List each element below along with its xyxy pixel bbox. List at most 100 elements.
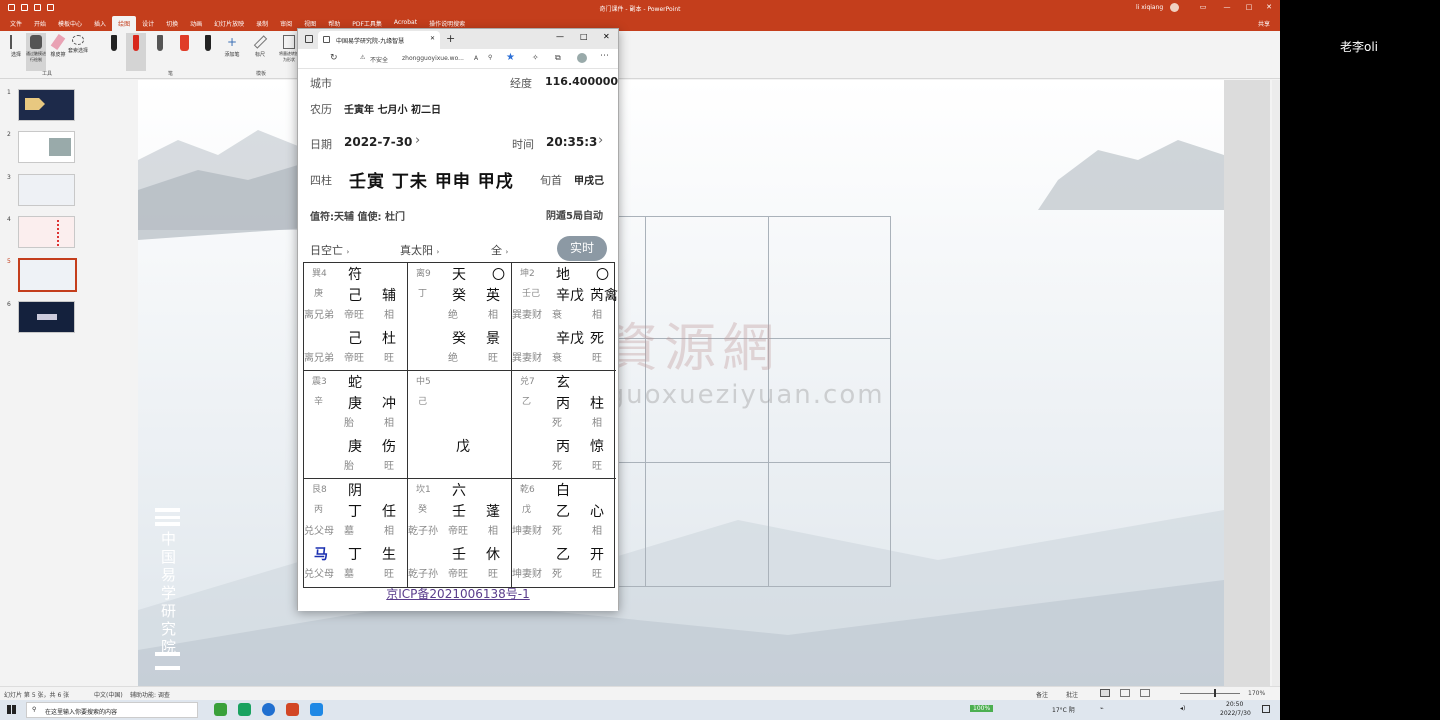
ribbon-tab-7[interactable]: 动画 <box>184 16 208 31</box>
tab-actions-icon[interactable] <box>305 35 313 43</box>
avatar[interactable] <box>1170 3 1179 12</box>
battery-status[interactable]: 100% <box>970 705 994 712</box>
earth-stem: 戊 <box>522 505 532 515</box>
close-icon[interactable]: ✕ <box>1264 3 1274 13</box>
zoom-slider[interactable] <box>1180 693 1240 694</box>
maximize-icon[interactable]: □ <box>1244 3 1254 13</box>
slide-thumbnail-6[interactable] <box>18 301 75 333</box>
date-value[interactable]: 2022-7-30 <box>344 135 412 149</box>
slide-thumbnail-1[interactable] <box>18 89 75 121</box>
zoom-thumb[interactable] <box>1214 689 1216 697</box>
favorite-star-icon[interactable]: ★ <box>506 52 515 63</box>
lasso-icon <box>72 35 84 45</box>
clock-date[interactable]: 2022/7/30 <box>1220 710 1251 717</box>
powerpoint-app-icon[interactable] <box>286 703 299 716</box>
accessibility-status[interactable]: 辅助功能: 调查 <box>130 690 170 699</box>
refresh-icon[interactable]: ↻ <box>330 53 338 63</box>
presenter-name: 老李oli <box>1340 40 1379 54</box>
browser-tab[interactable]: 中国易学研究院-九缘智慧 ✕ <box>318 31 440 49</box>
volume-icon[interactable]: ◂) <box>1180 705 1185 712</box>
time-value[interactable]: 20:35:3 <box>546 135 597 149</box>
ribbon-tab-10[interactable]: 审阅 <box>274 16 298 31</box>
ruler-button[interactable]: 标尺 <box>250 33 270 71</box>
slide-thumbnail-5[interactable] <box>18 258 77 292</box>
extensions-icon[interactable]: ✧ <box>532 53 539 62</box>
network-icon[interactable]: ⌁ <box>1100 705 1104 712</box>
edge-browser-icon[interactable] <box>262 703 275 716</box>
notes-button[interactable]: 备注 <box>1036 690 1048 699</box>
clock-time[interactable]: 20:50 <box>1226 701 1243 708</box>
notifications-icon[interactable] <box>1262 705 1270 713</box>
nine-star: 英 <box>486 288 500 304</box>
wechat-app-icon[interactable] <box>214 703 227 716</box>
sorter-view-icon[interactable] <box>1120 689 1130 697</box>
pillars-label: 四柱 <box>310 174 332 187</box>
read-aloud-icon[interactable]: A <box>474 55 478 62</box>
option-kongwang[interactable]: 日空亡 › <box>310 242 349 258</box>
slide-number: 2 <box>7 131 11 138</box>
draw-touch-tool[interactable]: 通过触摸进行绘制 <box>26 33 46 71</box>
add-pen-button[interactable]: + 添加笔 <box>222 33 242 71</box>
date-chevron-icon[interactable]: › <box>415 133 420 148</box>
close-tab-icon[interactable]: ✕ <box>430 35 435 42</box>
time-chevron-icon[interactable]: › <box>598 133 603 148</box>
pen-black-1[interactable] <box>104 33 124 71</box>
security-status[interactable]: 不安全 <box>370 55 388 64</box>
zoom-level[interactable]: 170% <box>1248 690 1265 697</box>
zoom-icon[interactable]: ⚲ <box>488 54 492 61</box>
earth-stem: 庚 <box>314 289 324 299</box>
share-button[interactable]: 共享 <box>1258 19 1270 28</box>
maximize-icon[interactable]: □ <box>580 32 588 41</box>
ribbon-tab-1[interactable]: 开始 <box>28 16 52 31</box>
ribbon-tab-5[interactable]: 设计 <box>136 16 160 31</box>
ribbon-tab-8[interactable]: 幻灯片放映 <box>208 16 250 31</box>
slide-thumbnail-2[interactable] <box>18 131 75 163</box>
slide-thumbnail-3[interactable] <box>18 174 75 206</box>
language-status[interactable]: 中文(中国) <box>94 690 123 699</box>
minimize-icon[interactable]: — <box>556 32 564 41</box>
windows-start-icon[interactable] <box>7 705 16 714</box>
ribbon-tab-9[interactable]: 录制 <box>250 16 274 31</box>
normal-view-icon[interactable] <box>1100 689 1110 697</box>
door-state: 胎 <box>344 461 354 472</box>
door-phase: 旺 <box>592 461 602 472</box>
ribbon-tab-6[interactable]: 切换 <box>160 16 184 31</box>
new-tab-icon[interactable]: + <box>446 32 455 45</box>
option-true-solar[interactable]: 真太阳 › <box>400 242 439 258</box>
ribbon-display-icon[interactable]: ▭ <box>1198 3 1208 13</box>
highlighter-red[interactable] <box>174 33 194 71</box>
ribbon-tab-2[interactable]: 模板中心 <box>52 16 88 31</box>
relation: 兑父母 <box>304 569 334 580</box>
pencil-gray[interactable] <box>150 33 170 71</box>
icp-link[interactable]: 京ICP备2021006138号-1 <box>298 585 618 602</box>
earth-stem: 辛 <box>314 397 324 407</box>
palace-cell: 艮8 阴马丙丁任兑父母墓相丁生兑父母墓旺 <box>304 479 408 587</box>
ribbon-tab-0[interactable]: 文件 <box>4 16 28 31</box>
live-button[interactable]: 实时 <box>557 236 607 261</box>
reading-view-icon[interactable] <box>1140 689 1150 697</box>
longitude-value[interactable]: 116.400000 <box>545 75 618 88</box>
more-icon[interactable]: ⋯ <box>600 51 609 61</box>
collections-icon[interactable]: ⧉ <box>555 53 561 63</box>
pen-black-2[interactable] <box>198 33 218 71</box>
app-icon[interactable] <box>310 703 323 716</box>
profile-icon[interactable] <box>577 53 587 63</box>
app-icon[interactable] <box>238 703 251 716</box>
url-field[interactable]: zhongguoyixue.wo... <box>402 55 464 62</box>
select-tool[interactable]: 选择 <box>6 33 26 71</box>
heaven-stem: 丙 <box>556 396 570 412</box>
minimize-icon[interactable]: — <box>1222 3 1232 13</box>
taskbar-search[interactable]: ⚲ 在这里输入你要搜索的内容 <box>26 702 198 718</box>
eraser-tool[interactable]: 橡皮擦 <box>48 33 68 71</box>
comments-button[interactable]: 批注 <box>1066 690 1078 699</box>
lasso-tool[interactable]: 套索选择 <box>68 33 88 71</box>
ribbon-tab-3[interactable]: 插入 <box>88 16 112 31</box>
vertical-scrollbar[interactable] <box>1272 80 1280 686</box>
user-name[interactable]: li xiqiang <box>1136 4 1163 11</box>
close-window-icon[interactable]: ✕ <box>603 32 610 41</box>
option-all[interactable]: 全 › <box>491 242 508 258</box>
ribbon-tab-4[interactable]: 绘图 <box>112 16 137 31</box>
pen-red[interactable] <box>126 33 146 71</box>
slide-thumbnail-4[interactable] <box>18 216 75 248</box>
weather-status[interactable]: 17°C 阴 <box>1052 705 1075 714</box>
